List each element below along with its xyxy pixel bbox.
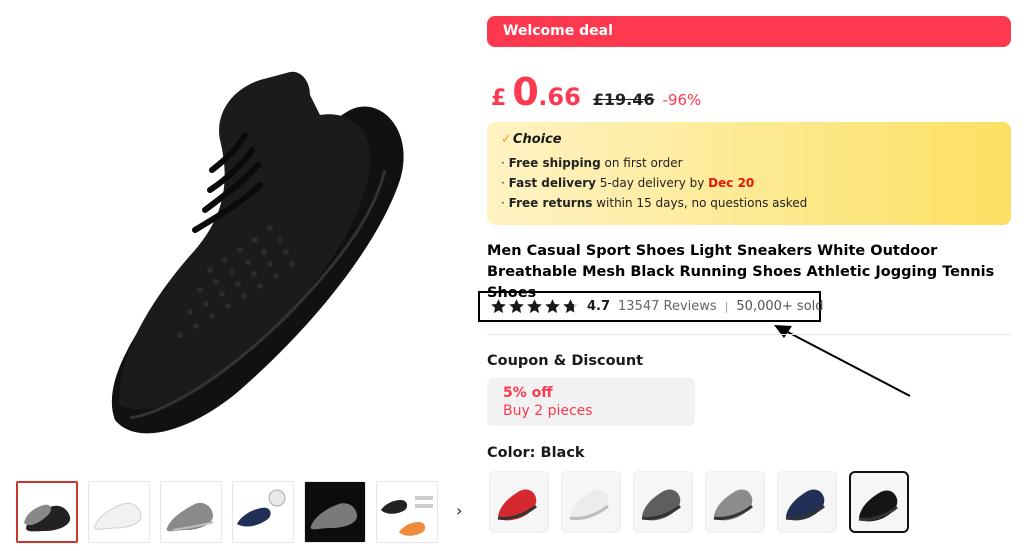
choice-label: Choice (512, 132, 562, 147)
benefit-text: on first order (600, 156, 683, 170)
color-swatches (489, 471, 929, 533)
coupon-off: 5% off (503, 385, 553, 401)
choice-benefits-box: ✓ Choice · Free shipping on first order … (487, 122, 1011, 225)
color-swatch-white[interactable] (561, 471, 621, 533)
thumbnail-2[interactable] (88, 481, 150, 543)
star-rating[interactable] (490, 298, 579, 315)
checkmark-icon: ✓ (501, 132, 512, 147)
main-product-image[interactable] (20, 20, 460, 460)
thumbnail-3[interactable] (160, 481, 222, 543)
separator: | (724, 300, 729, 313)
sold-count: 50,000+ sold (736, 299, 824, 314)
benefit-text: within 15 days, no questions asked (592, 196, 808, 210)
benefit-title: Free returns (508, 196, 593, 210)
original-price: £19.46 (592, 90, 655, 109)
star-icon (545, 299, 560, 313)
reviews-link[interactable]: 13547 Reviews (618, 299, 717, 314)
coupon-card[interactable]: 5% off Buy 2 pieces (487, 378, 695, 426)
thumbnail-5[interactable] (304, 481, 366, 543)
delivery-date: Dec 20 (708, 176, 755, 190)
star-icon (563, 299, 578, 313)
welcome-deal-banner: Welcome deal (487, 16, 1011, 47)
annotation-arrow-icon (774, 325, 911, 397)
star-icon (509, 299, 524, 313)
color-swatch-navy[interactable] (777, 471, 837, 533)
color-swatch-gray[interactable] (705, 471, 765, 533)
thumbnail-6[interactable] (376, 481, 438, 543)
star-icon (527, 299, 542, 313)
divider (487, 334, 1011, 335)
black-sneaker-image (111, 71, 404, 434)
thumbnail-4[interactable] (232, 481, 294, 543)
benefit-free-shipping: · Free shipping on first order (501, 153, 997, 173)
choice-title: ✓ Choice (501, 132, 997, 147)
price-decimal: .66 (538, 83, 581, 111)
rating-value: 4.7 (587, 299, 611, 314)
benefit-title: Free shipping (508, 156, 601, 170)
benefit-fast-delivery: · Fast delivery 5-day delivery by Dec 20 (501, 173, 997, 193)
bullet: · (501, 176, 505, 190)
bullet: · (501, 156, 505, 170)
thumbnail-strip: › (16, 481, 462, 543)
price-integer: 0 (512, 70, 539, 114)
color-heading: Color: Black (487, 445, 585, 461)
star-icon (491, 299, 506, 313)
color-swatch-red[interactable] (489, 471, 549, 533)
thumbnail-1[interactable] (16, 481, 78, 543)
chevron-right-icon[interactable]: › (456, 501, 462, 521)
color-swatch-dark-gray[interactable] (633, 471, 693, 533)
discount-percent: -96% (662, 91, 702, 109)
rating-summary-box: 4.7 13547 Reviews | 50,000+ sold (478, 291, 824, 322)
coupon-condition: Buy 2 pieces (503, 403, 593, 419)
coupon-heading: Coupon & Discount (487, 353, 644, 369)
color-swatch-black[interactable] (849, 471, 909, 533)
benefit-title: Fast delivery (508, 176, 596, 190)
price-row: £ 0 .66 £19.46 -96% (491, 70, 702, 114)
bullet: · (501, 196, 505, 210)
price-currency: £ (491, 86, 507, 111)
benefit-free-returns: · Free returns within 15 days, no questi… (501, 193, 997, 213)
benefit-text: 5-day delivery by (595, 176, 709, 190)
